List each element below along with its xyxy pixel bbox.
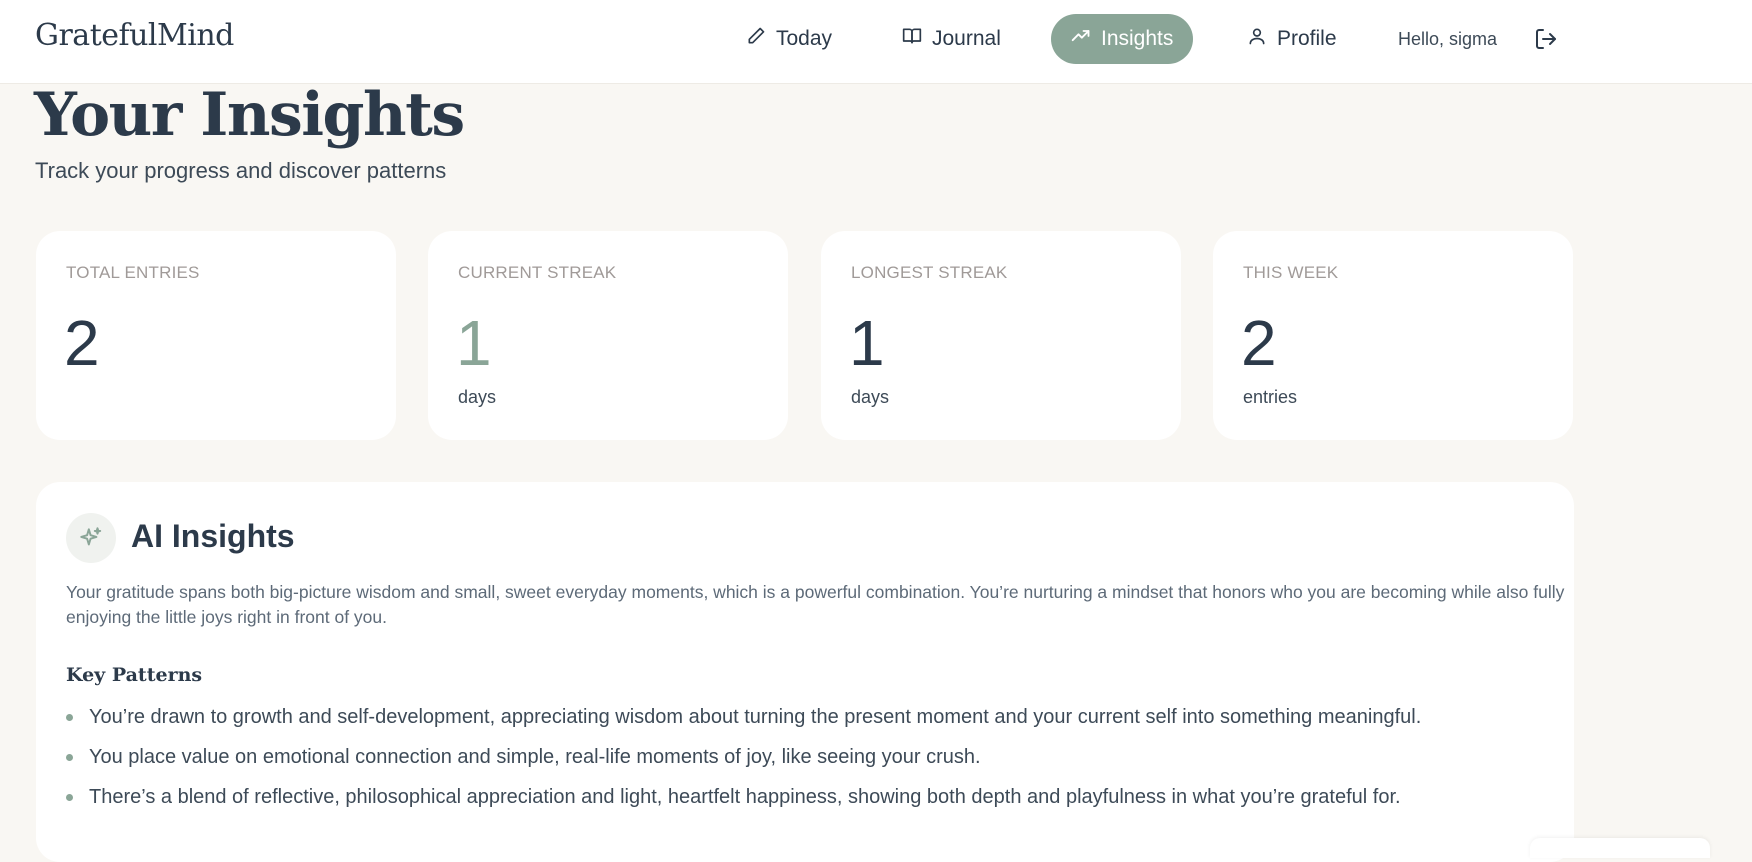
logout-icon[interactable]	[1534, 27, 1558, 51]
stat-value: 1	[456, 307, 492, 379]
list-item: There’s a blend of reflective, philosoph…	[66, 786, 1566, 809]
ai-summary-text: Your gratitude spans both big-picture wi…	[66, 582, 1565, 627]
stat-card-this-week: THIS WEEK 2 entries	[1213, 231, 1573, 440]
brand-logo[interactable]: GratefulMind	[35, 18, 234, 53]
book-icon	[902, 26, 922, 52]
stat-card-longest-streak: LONGEST STREAK 1 days	[821, 231, 1181, 440]
user-icon	[1247, 26, 1267, 52]
nav-label: Insights	[1101, 27, 1174, 50]
nav-label: Today	[776, 27, 833, 50]
list-item: You place value on emotional connection …	[66, 746, 1566, 769]
stat-unit: days	[458, 387, 497, 407]
stat-card-total-entries: TOTAL ENTRIES 2	[36, 231, 396, 440]
user-greeting: Hello, sigma	[1398, 29, 1498, 49]
nav-label: Profile	[1277, 27, 1337, 50]
stat-value: 2	[64, 307, 100, 379]
pattern-text: There’s a blend of reflective, philosoph…	[89, 786, 1401, 808]
trending-up-icon	[1071, 26, 1091, 52]
floating-panel-edge[interactable]	[1530, 838, 1710, 858]
stat-value: 2	[1241, 307, 1277, 379]
page-title: Your Insights	[34, 80, 465, 150]
nav-label: Journal	[932, 27, 1001, 50]
stat-label: LONGEST STREAK	[851, 263, 1008, 282]
sparkles-icon	[66, 513, 116, 563]
bullet-dot	[66, 754, 73, 761]
stat-unit: entries	[1243, 387, 1298, 407]
key-patterns-title: Key Patterns	[66, 664, 203, 686]
page-subtitle: Track your progress and discover pattern…	[35, 158, 447, 183]
ai-insights-title: AI Insights	[131, 518, 295, 554]
pattern-text: You place value on emotional connection …	[89, 746, 981, 768]
stat-card-current-streak: CURRENT STREAK 1 days	[428, 231, 788, 440]
top-navbar: GratefulMind Today Journal Insights Prof…	[0, 0, 1752, 84]
stat-label: THIS WEEK	[1243, 263, 1339, 282]
stat-unit: days	[851, 387, 890, 407]
stat-label: TOTAL ENTRIES	[66, 263, 200, 282]
stat-label: CURRENT STREAK	[458, 263, 617, 282]
list-item: You’re drawn to growth and self-developm…	[66, 706, 1566, 729]
pencil-icon	[746, 26, 766, 52]
ai-insights-card: AI Insights Your gratitude spans both bi…	[36, 482, 1574, 862]
stat-value: 1	[849, 307, 885, 379]
nav-item-profile[interactable]: Profile	[1227, 14, 1357, 64]
nav-item-journal[interactable]: Journal	[882, 14, 1021, 64]
bullet-dot	[66, 794, 73, 801]
nav-item-today[interactable]: Today	[726, 14, 852, 64]
pattern-text: You’re drawn to growth and self-developm…	[89, 706, 1422, 728]
nav-item-insights[interactable]: Insights	[1051, 14, 1194, 64]
bullet-dot	[66, 714, 73, 721]
